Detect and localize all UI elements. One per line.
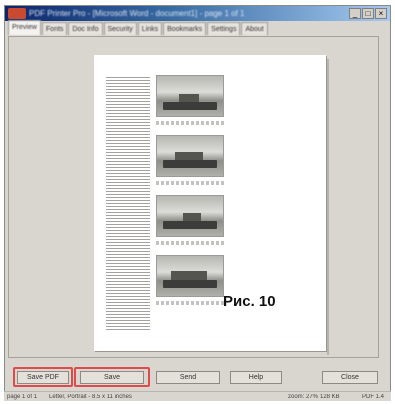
tab-about[interactable]: About: [241, 22, 268, 35]
close-window-button[interactable]: ×: [375, 8, 387, 19]
status-zoom: zoom: 27%: [288, 394, 319, 400]
window-title: PDF Printer Pro - [Microsoft Word - docu…: [29, 9, 245, 18]
ship-photo-4: [156, 255, 224, 297]
status-pdf-version: PDF 1.4: [362, 394, 385, 400]
tab-settings[interactable]: Settings: [207, 22, 241, 35]
tab-strip: Preview Fonts Doc Info Security Links Bo…: [8, 20, 268, 36]
tab-links[interactable]: Links: [137, 22, 163, 35]
status-paper: Letter, Portrait - 8.5 x 11 inches: [49, 394, 132, 400]
photo-caption-4: [156, 301, 224, 305]
tab-security[interactable]: Security: [103, 22, 137, 35]
status-page: page 1 of 1: [7, 394, 38, 400]
help-button[interactable]: Help: [230, 371, 282, 384]
page-shadow: [327, 59, 329, 355]
tab-bookmarks[interactable]: Bookmarks: [163, 22, 207, 35]
tab-preview[interactable]: Preview: [8, 20, 41, 35]
page-text-column: [106, 77, 150, 332]
ship-photo-1: [156, 75, 224, 117]
preview-panel: [8, 36, 379, 358]
title-bar[interactable]: PDF Printer Pro - [Microsoft Word - docu…: [5, 6, 390, 21]
photo-caption-2: [156, 181, 224, 185]
minimize-button[interactable]: _: [349, 8, 361, 19]
send-button[interactable]: Send: [156, 371, 220, 384]
figure-label: Рис. 10: [223, 293, 276, 310]
close-button[interactable]: Close: [322, 371, 378, 384]
status-size: 128 KB: [320, 394, 340, 400]
app-logo-icon: [8, 8, 26, 19]
save-pdf-button[interactable]: Save PDF: [17, 371, 69, 384]
ship-photo-3: [156, 195, 224, 237]
photo-caption-1: [156, 121, 224, 125]
save-button[interactable]: Save: [80, 371, 144, 384]
ship-photo-2: [156, 135, 224, 177]
tab-doc-info[interactable]: Doc Info: [68, 22, 103, 35]
photo-caption-3: [156, 241, 224, 245]
tab-fonts[interactable]: Fonts: [41, 22, 68, 35]
status-bar: page 1 of 1 Letter, Portrait - 8.5 x 11 …: [4, 391, 391, 401]
maximize-button[interactable]: □: [362, 8, 374, 19]
document-page-preview[interactable]: [94, 55, 326, 351]
